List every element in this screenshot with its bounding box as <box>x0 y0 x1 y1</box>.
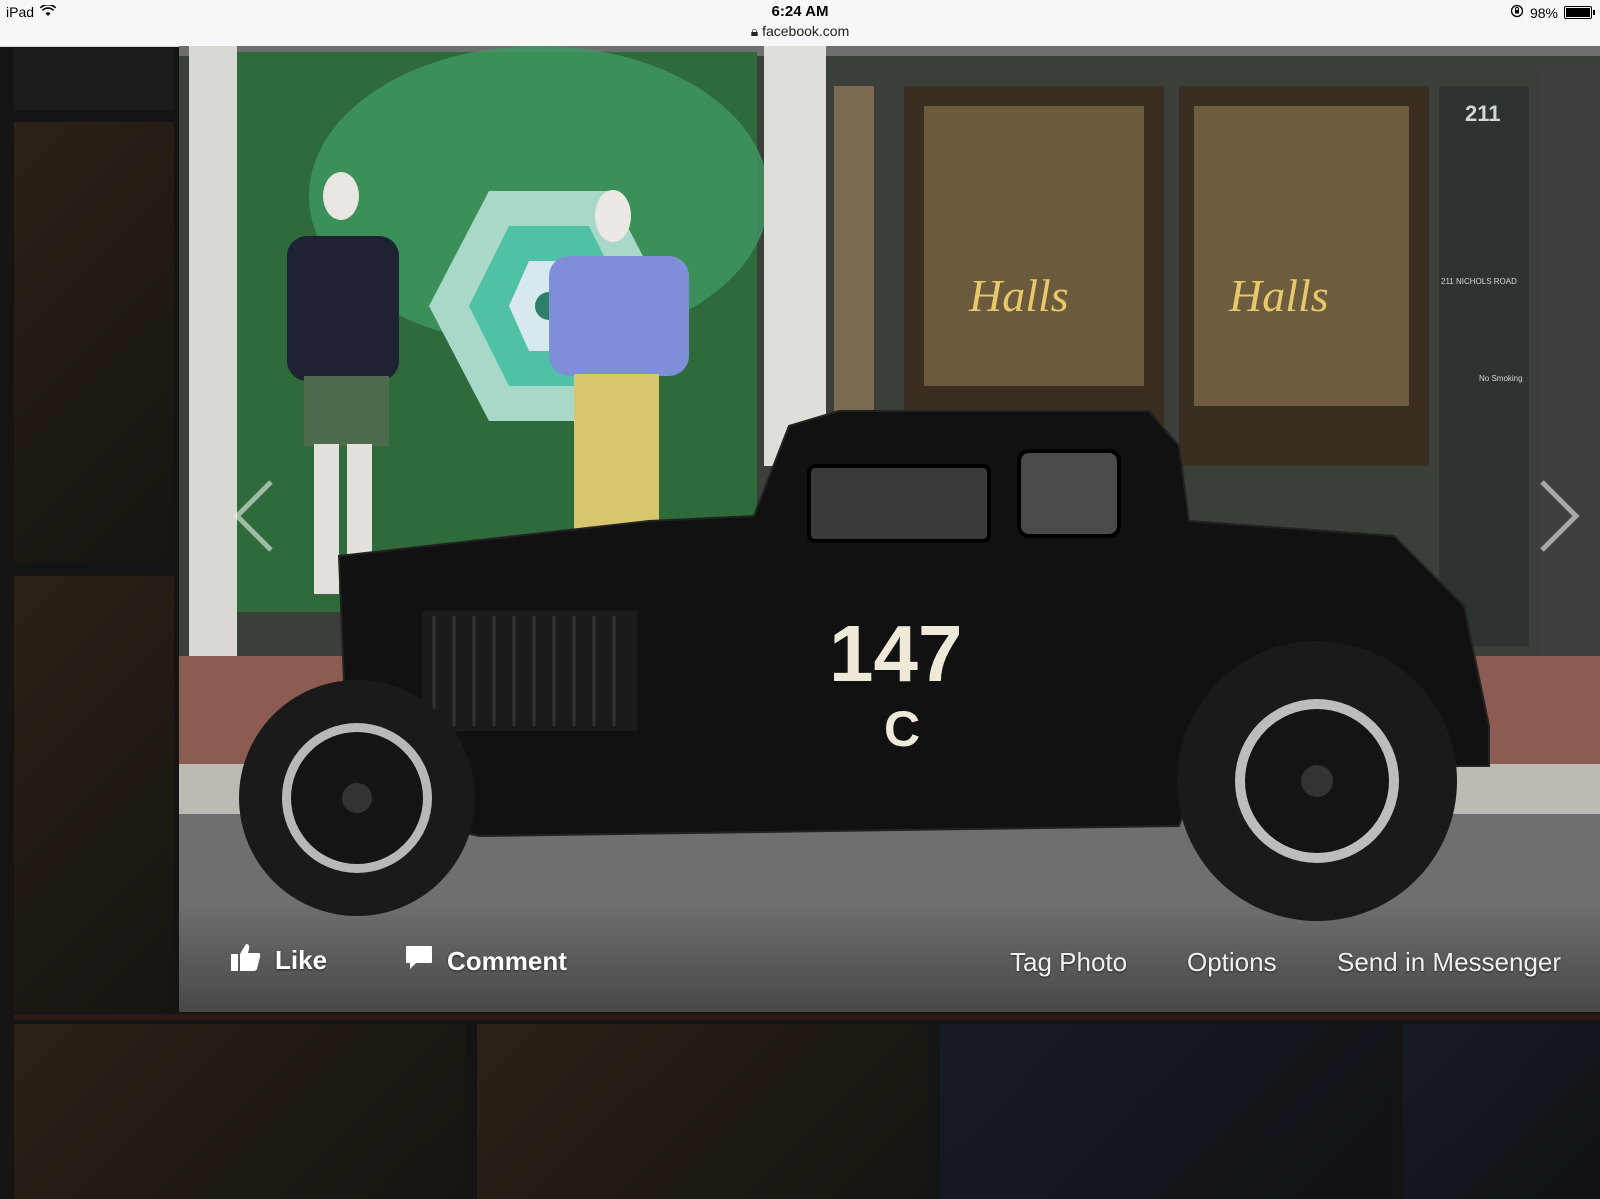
background-photo-tile[interactable] <box>940 1024 1391 1199</box>
options-button[interactable]: Options <box>1187 947 1277 978</box>
background-photo-tile[interactable] <box>1403 1024 1600 1199</box>
storefront-number: 211 <box>1465 101 1501 126</box>
no-smoking-sign: No Smoking <box>1479 374 1523 383</box>
tag-photo-button[interactable]: Tag Photo <box>1010 947 1127 978</box>
next-photo-arrow[interactable] <box>1534 476 1584 556</box>
previous-photo-arrow[interactable] <box>229 476 279 556</box>
lock-icon: 🔒︎ <box>750 23 759 39</box>
clock: 6:24 AM <box>771 3 829 20</box>
comment-button[interactable]: Comment <box>405 945 567 978</box>
comment-icon <box>405 945 433 978</box>
svg-text:Halls: Halls <box>1228 270 1329 321</box>
hot-rod-photo: Halls Halls 211 211 NICHOLS ROAD No Smok… <box>179 46 1600 1012</box>
background-photo-tile[interactable] <box>14 576 174 1012</box>
address-sign: 211 NICHOLS ROAD <box>1441 277 1517 286</box>
photo-viewer[interactable]: Halls Halls 211 211 NICHOLS ROAD No Smok… <box>179 46 1600 1012</box>
photo-action-bar: Like Comment Tag Photo Options Send in M… <box>179 902 1600 1012</box>
battery-percent: 98% <box>1529 4 1558 21</box>
car-number: 147 <box>829 609 962 698</box>
background-photo-tile[interactable] <box>14 48 174 110</box>
url-text: facebook.com <box>762 23 850 39</box>
status-right: 98% <box>1510 4 1595 21</box>
comment-label: Comment <box>447 946 567 976</box>
status-bar: iPad 6:24 AM 🔒︎ facebook.com 98% <box>0 0 1600 47</box>
svg-text:Halls: Halls <box>968 270 1069 321</box>
orientation-lock-icon <box>1510 4 1524 21</box>
background-photo-tile[interactable] <box>14 122 174 562</box>
thumbs-up-icon <box>231 943 261 978</box>
background-strip <box>14 1014 1600 1020</box>
like-button[interactable]: Like <box>231 943 327 978</box>
send-in-messenger-button[interactable]: Send in Messenger <box>1337 947 1561 978</box>
car-class: C <box>884 701 920 757</box>
battery-icon <box>1564 6 1595 19</box>
address-bar[interactable]: 🔒︎ facebook.com <box>0 23 1600 40</box>
background-photo-tile[interactable] <box>477 1024 928 1199</box>
like-label: Like <box>275 945 328 975</box>
background-photo-tile[interactable] <box>14 1024 465 1199</box>
